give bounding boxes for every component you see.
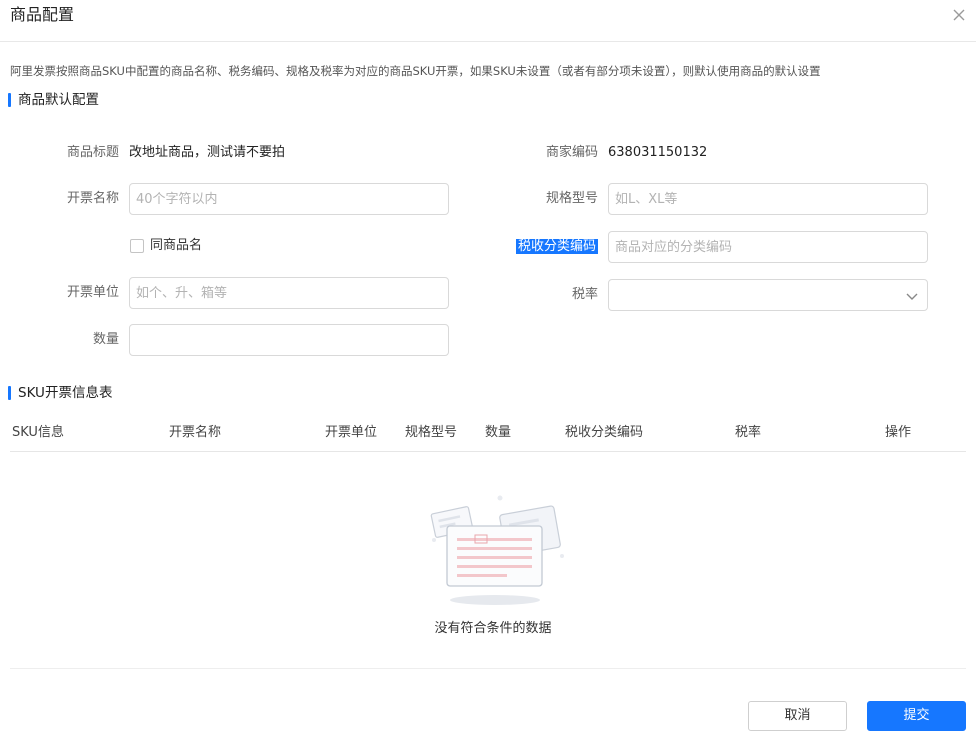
product-title-value: 改地址商品，测试请不要拍 <box>129 145 286 160</box>
unit-label: 开票单位 <box>66 285 119 300</box>
merchant-code-value: 638031150132 <box>608 145 708 160</box>
column-header-tax-code: 税收分类编码 <box>565 425 644 440</box>
spec-model-label: 规格型号 <box>545 191 598 206</box>
invoice-name-input[interactable] <box>129 183 449 215</box>
quantity-input[interactable] <box>129 324 449 356</box>
merchant-code-label: 商家编码 <box>545 145 598 160</box>
table-header-divider <box>10 451 966 452</box>
cancel-button[interactable]: 取消 <box>748 701 847 731</box>
column-header-tax-rate: 税率 <box>735 425 762 440</box>
title-divider <box>0 41 976 42</box>
invoice-name-label: 开票名称 <box>66 191 119 206</box>
quantity-label: 数量 <box>92 332 119 347</box>
empty-state-text: 没有符合条件的数据 <box>434 621 552 636</box>
tax-code-label: 税收分类编码 <box>515 239 598 254</box>
column-header-unit: 开票单位 <box>325 425 378 440</box>
empty-state-illustration <box>430 495 564 605</box>
section-title-sku: SKU开票信息表 <box>8 385 112 401</box>
dialog-title: 商品配置 <box>10 5 75 24</box>
chevron-down-icon <box>906 293 918 300</box>
same-as-product-checkbox[interactable] <box>130 239 144 253</box>
tax-rate-label: 税率 <box>571 287 598 302</box>
column-header-quantity: 数量 <box>485 425 512 440</box>
tax-rate-select[interactable] <box>608 279 928 311</box>
tax-code-label-wrap: 税收分类编码 <box>488 231 598 263</box>
close-icon[interactable] <box>950 6 968 24</box>
column-header-actions: 操作 <box>885 425 912 440</box>
unit-input[interactable] <box>129 277 449 309</box>
product-title-label: 商品标题 <box>66 145 119 160</box>
column-header-spec: 规格型号 <box>405 425 458 440</box>
tax-code-input[interactable] <box>608 231 928 263</box>
column-header-sku: SKU信息 <box>12 425 64 440</box>
spec-model-input[interactable] <box>608 183 928 215</box>
notice-text: 阿里发票按照商品SKU中配置的商品名称、税务编码、规格及税率为对应的商品SKU开… <box>10 64 821 78</box>
same-as-product-label: 同商品名 <box>150 238 203 253</box>
submit-button[interactable]: 提交 <box>867 701 966 731</box>
footer-divider <box>10 668 966 669</box>
section-title-default: 商品默认配置 <box>8 92 99 108</box>
column-header-invoice-name: 开票名称 <box>169 425 222 440</box>
